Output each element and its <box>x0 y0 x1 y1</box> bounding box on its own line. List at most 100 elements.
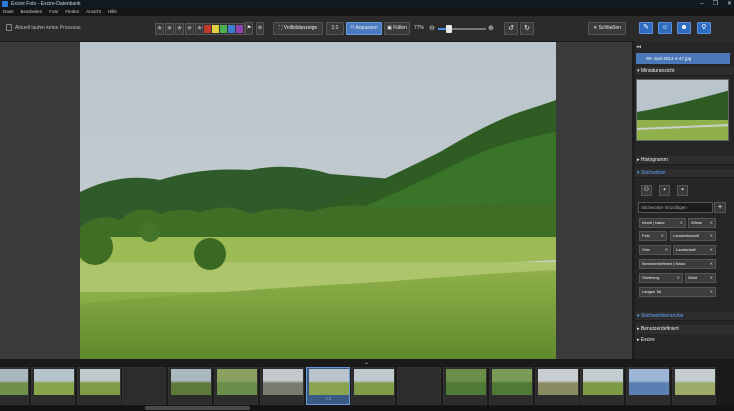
thumb-meta <box>354 396 394 402</box>
one-to-one-label: 1:1 <box>331 25 339 31</box>
thumb-image <box>537 369 578 395</box>
star-3[interactable]: ★ <box>175 23 184 35</box>
filmstrip-thumb[interactable] <box>351 367 396 405</box>
keyword-tag[interactable]: Orte ✕ <box>639 245 671 255</box>
filmstrip-thumb[interactable] <box>30 367 75 405</box>
close-view-button[interactable]: ✕ Schließen <box>588 22 626 35</box>
title-bar: Excire Foto - Excire-Datenbank – ❐ ✕ <box>0 0 734 8</box>
file-name-row[interactable]: 08.-Juni-2014-4-47.jpg <box>636 53 730 64</box>
filmstrip-thumb[interactable] <box>76 367 121 405</box>
fullscreen-button[interactable]: ⛶ Vollbildanzeige <box>273 22 323 35</box>
keyword-tool-copy-icon[interactable]: ▪ <box>677 185 688 196</box>
thumbnail-preview <box>636 79 729 141</box>
section-thumbnail[interactable]: ▾ Miniaturansicht <box>635 67 734 76</box>
panel-tabs: ✎ ☺ ☻ ⚲ <box>635 16 734 42</box>
panel-collapse-arrows[interactable]: ◂◂ <box>636 44 733 50</box>
landscape-photo <box>80 42 556 359</box>
keyword-tag[interactable]: Streitberg ✕ <box>639 273 683 283</box>
keyword-tag[interactable]: Inhalt | Natur ✕ <box>639 218 686 228</box>
filmstrip-scrollbar[interactable] <box>0 405 734 411</box>
remove-tag-icon[interactable]: ✕ <box>680 219 683 227</box>
chevron-down-icon[interactable]: ⌄ <box>364 359 369 366</box>
face-icon[interactable]: ☺ <box>658 22 672 34</box>
filmstrip-thumb[interactable] <box>122 367 167 405</box>
menu-datei[interactable]: Datei <box>3 8 14 16</box>
remove-tag-icon[interactable]: ✕ <box>665 246 668 254</box>
filmstrip-thumb[interactable] <box>672 367 716 405</box>
fill-button[interactable]: ▣ Füllen <box>384 22 410 35</box>
star-4[interactable]: ★ <box>185 23 194 35</box>
rotate-right-button[interactable]: ↻ <box>520 22 534 35</box>
file-name: 08.-Juni-2014-4-47.jpg <box>646 56 692 61</box>
filmstrip-thumb-selected[interactable]: P3 <box>305 367 350 405</box>
close-window-button[interactable]: ✕ <box>727 0 732 8</box>
remove-tag-icon[interactable]: ✕ <box>677 274 680 282</box>
section-keywords[interactable]: ▾ Stichwörter <box>635 169 734 178</box>
keyword-input[interactable]: Stichwörter hinzufügen <box>638 202 713 213</box>
zoom-out-icon[interactable]: ⊖ <box>429 24 435 32</box>
keyword-tag[interactable]: Wiese ✕ <box>688 218 716 228</box>
filmstrip-thumb[interactable] <box>488 367 533 405</box>
reject-icon-button[interactable]: ⊘ <box>256 22 264 35</box>
star-rating: ★ ★ ★ ★ ★ <box>155 23 204 35</box>
remove-tag-icon[interactable]: ✕ <box>710 246 713 254</box>
remove-tag-icon[interactable]: ✕ <box>661 232 664 240</box>
hierarchy-item[interactable]: ▸ Excire <box>635 336 734 345</box>
minimize-button[interactable]: – <box>700 0 703 8</box>
filmstrip-thumb[interactable] <box>443 367 487 405</box>
filmstrip-thumb[interactable] <box>397 367 442 405</box>
one-to-one-button[interactable]: 1:1 <box>326 22 344 35</box>
section-keyword-hierarchy[interactable]: ▾ Stichworthierarchie <box>635 312 734 321</box>
star-2[interactable]: ★ <box>165 23 174 35</box>
zoom-slider[interactable] <box>438 25 486 33</box>
menu-hilfe[interactable]: Hilfe <box>108 8 117 16</box>
remove-tag-icon[interactable]: ✕ <box>710 274 713 282</box>
filmstrip-thumb[interactable] <box>214 367 258 405</box>
fit-button[interactable]: ⤧ Anpassen <box>346 22 382 35</box>
color-label-red[interactable] <box>204 25 211 33</box>
thumb-image <box>262 369 303 395</box>
filmstrip-thumb[interactable] <box>534 367 579 405</box>
menu-bearbeiten[interactable]: Bearbeiten <box>21 8 43 16</box>
tag-icon[interactable]: ✎ <box>639 22 653 34</box>
main-photo[interactable] <box>80 42 556 359</box>
keyword-tag[interactable]: Landschaft ✕ <box>673 245 716 255</box>
keyword-tool-save-icon[interactable]: ▪ <box>659 185 670 196</box>
menu-finden[interactable]: Finden <box>65 8 79 16</box>
menu-foto[interactable]: Foto <box>49 8 58 16</box>
filmstrip-thumb[interactable] <box>626 367 671 405</box>
filmstrip-thumb[interactable] <box>259 367 304 405</box>
color-label-purple[interactable] <box>236 25 243 33</box>
section-histogram[interactable]: ▸ Histogramm <box>635 156 734 165</box>
filmstrip-thumb[interactable] <box>0 367 29 405</box>
menu-ansicht[interactable]: Ansicht <box>86 8 101 16</box>
remove-tag-icon[interactable]: ✕ <box>710 219 713 227</box>
remove-tag-icon[interactable]: ✕ <box>710 288 713 296</box>
keyword-tag[interactable]: Benutzerdefiniert | Natur ✕ <box>639 259 716 269</box>
filmstrip-thumb[interactable] <box>580 367 625 405</box>
rotate-left-button[interactable]: ↺ <box>504 22 518 35</box>
keyword-tag[interactable]: Feld ✕ <box>639 231 667 241</box>
people-icon[interactable]: ☻ <box>677 22 691 34</box>
maximize-button[interactable]: ❐ <box>713 0 718 8</box>
flag-icon-button[interactable]: ⚑ <box>245 22 253 35</box>
filmstrip-thumb[interactable] <box>168 367 213 405</box>
thumb-image <box>0 369 28 395</box>
star-1[interactable]: ★ <box>155 23 164 35</box>
scrollbar-thumb[interactable] <box>145 406 250 410</box>
zoom-slider-thumb[interactable] <box>445 25 452 33</box>
hierarchy-item[interactable]: ▸ Benutzerdefiniert <box>635 325 734 334</box>
zoom-in-icon[interactable]: ⊕ <box>488 24 494 32</box>
thumb-image <box>675 369 715 395</box>
search-icon[interactable]: ⚲ <box>697 22 711 34</box>
color-label-blue[interactable] <box>228 25 235 33</box>
keyword-tag[interactable]: Wald ✕ <box>685 273 716 283</box>
add-keyword-button[interactable]: + <box>714 202 726 213</box>
keyword-tag[interactable]: Landwirtschaft ✕ <box>670 231 716 241</box>
keyword-tool-person-icon[interactable]: ⚇ <box>641 185 652 196</box>
keyword-tag[interactable]: Langes Tal ✕ <box>639 287 716 297</box>
remove-tag-icon[interactable]: ✕ <box>710 260 713 268</box>
color-label-green[interactable] <box>220 25 227 33</box>
color-label-yellow[interactable] <box>212 25 219 33</box>
remove-tag-icon[interactable]: ✕ <box>710 232 713 240</box>
